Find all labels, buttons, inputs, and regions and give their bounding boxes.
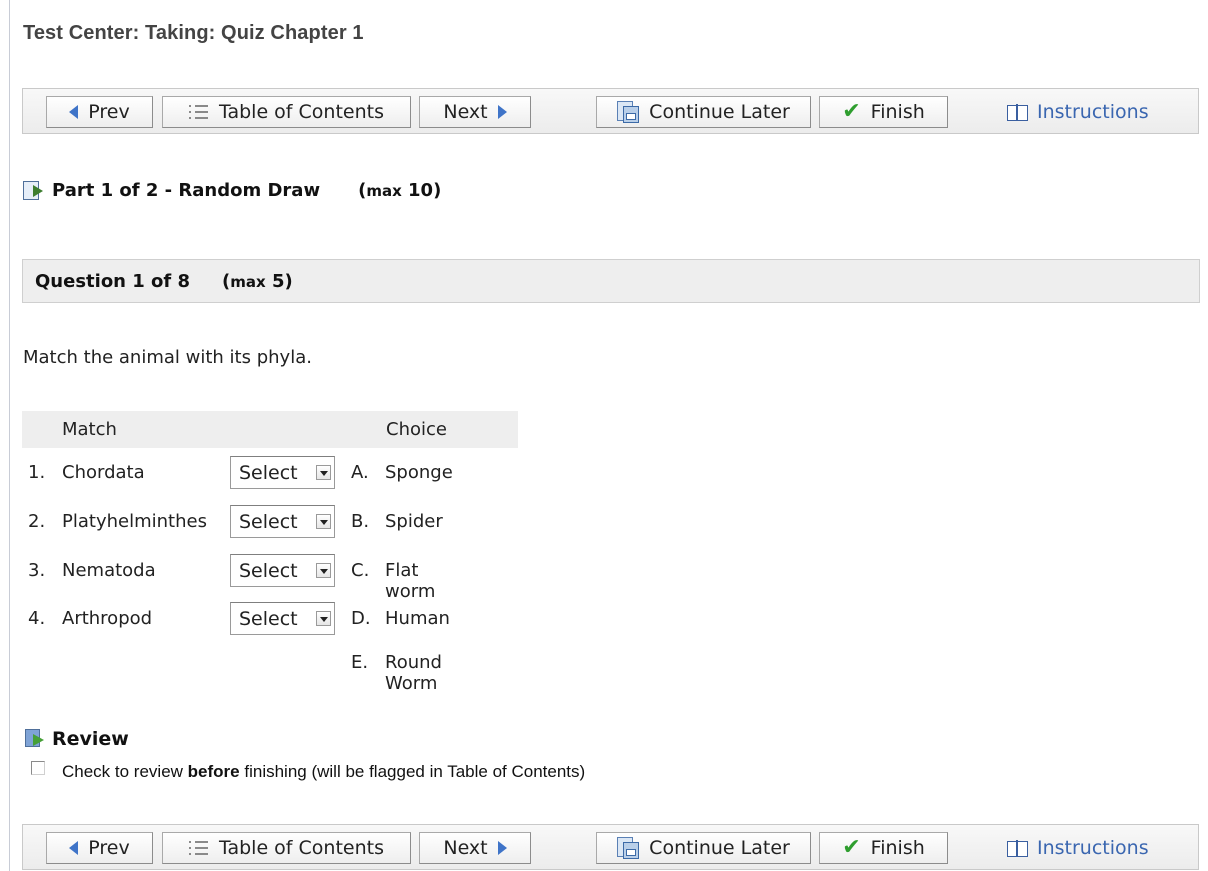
match-term: Chordata — [62, 462, 145, 483]
choice-column-header: Choice — [386, 419, 447, 440]
part-arrow-icon — [22, 180, 46, 201]
match-select[interactable]: Select — [230, 554, 335, 587]
match-number: 4. — [28, 608, 46, 629]
finish-label: Finish — [870, 101, 925, 123]
instructions-link[interactable]: Instructions — [1007, 96, 1149, 128]
choice-text: Human — [385, 608, 450, 629]
book-icon — [1007, 103, 1029, 121]
finish-label: Finish — [870, 837, 925, 859]
next-label: Next — [443, 837, 488, 859]
match-table-header: Match Choice — [22, 411, 518, 448]
prev-button[interactable]: Prev — [46, 96, 153, 128]
question-header: Question 1 of 8 (max 5) — [22, 259, 1200, 303]
toc-label: Table of Contents — [219, 837, 384, 859]
choice-letter: A. — [351, 462, 369, 483]
prev-label: Prev — [88, 837, 130, 859]
page-title: Test Center: Taking: Quiz Chapter 1 — [23, 22, 364, 44]
review-heading: Review — [25, 728, 129, 750]
match-number: 2. — [28, 511, 46, 532]
chevron-down-icon — [316, 563, 331, 578]
continue-later-label: Continue Later — [649, 837, 790, 859]
choice-text: Spider — [385, 511, 443, 532]
choice-letter: E. — [351, 652, 369, 673]
bottom-toolbar: Prev Table of Contents Next Continue Lat… — [22, 824, 1199, 870]
checkmark-icon: ✔ — [842, 99, 861, 124]
chevron-down-icon — [316, 514, 331, 529]
left-arrow-icon — [69, 105, 79, 119]
book-icon — [1007, 839, 1029, 857]
chevron-down-icon — [316, 465, 331, 480]
review-checkbox-label: Check to review before finishing (will b… — [62, 762, 586, 781]
continue-later-button[interactable]: Continue Later — [596, 96, 811, 128]
match-select[interactable]: Select — [230, 456, 335, 489]
left-arrow-icon — [69, 841, 79, 855]
question-max: (max 5) — [222, 270, 293, 292]
right-arrow-icon — [497, 841, 507, 855]
save-icon — [617, 101, 640, 123]
choice-text: Round Worm — [385, 652, 442, 694]
part-heading: Part 1 of 2 - Random Draw (max 10) — [22, 180, 441, 201]
match-term: Nematoda — [62, 560, 156, 581]
table-of-contents-button[interactable]: Table of Contents — [162, 96, 411, 128]
match-number: 3. — [28, 560, 46, 581]
next-button[interactable]: Next — [419, 96, 531, 128]
part-title: Part 1 of 2 - Random Draw — [52, 180, 321, 201]
list-icon — [189, 838, 209, 858]
finish-button[interactable]: ✔ Finish — [819, 832, 948, 864]
part-max: (max 10) — [358, 180, 442, 201]
match-select[interactable]: Select — [230, 505, 335, 538]
chevron-down-icon — [316, 611, 331, 626]
match-column-header: Match — [62, 419, 117, 440]
match-number: 1. — [28, 462, 46, 483]
top-toolbar: Prev Table of Contents Next Continue Lat… — [22, 88, 1199, 134]
match-term: Arthropod — [62, 608, 153, 629]
save-icon — [617, 837, 640, 859]
right-arrow-icon — [497, 105, 507, 119]
finish-button[interactable]: ✔ Finish — [819, 96, 948, 128]
list-icon — [189, 102, 209, 122]
match-term: Platyhelminthes — [62, 511, 207, 532]
instructions-label: Instructions — [1037, 101, 1149, 123]
choice-letter: B. — [351, 511, 370, 532]
review-checkbox[interactable] — [31, 761, 45, 775]
instructions-link[interactable]: Instructions — [1007, 832, 1149, 864]
choice-letter: C. — [351, 560, 370, 581]
table-of-contents-button[interactable]: Table of Contents — [162, 832, 411, 864]
review-title: Review — [52, 728, 129, 750]
next-button[interactable]: Next — [419, 832, 531, 864]
toc-label: Table of Contents — [219, 101, 384, 123]
next-label: Next — [443, 101, 488, 123]
prev-button[interactable]: Prev — [46, 832, 153, 864]
question-text: Match the animal with its phyla. — [23, 347, 312, 368]
prev-label: Prev — [88, 101, 130, 123]
review-arrow-icon — [25, 729, 47, 749]
match-select[interactable]: Select — [230, 602, 335, 635]
choice-letter: D. — [351, 608, 371, 629]
checkmark-icon: ✔ — [842, 835, 861, 860]
continue-later-label: Continue Later — [649, 101, 790, 123]
choice-text: Flat worm — [385, 560, 436, 602]
instructions-label: Instructions — [1037, 837, 1149, 859]
choice-text: Sponge — [385, 462, 453, 483]
question-title: Question 1 of 8 — [35, 270, 191, 292]
continue-later-button[interactable]: Continue Later — [596, 832, 811, 864]
left-border — [9, 0, 10, 871]
